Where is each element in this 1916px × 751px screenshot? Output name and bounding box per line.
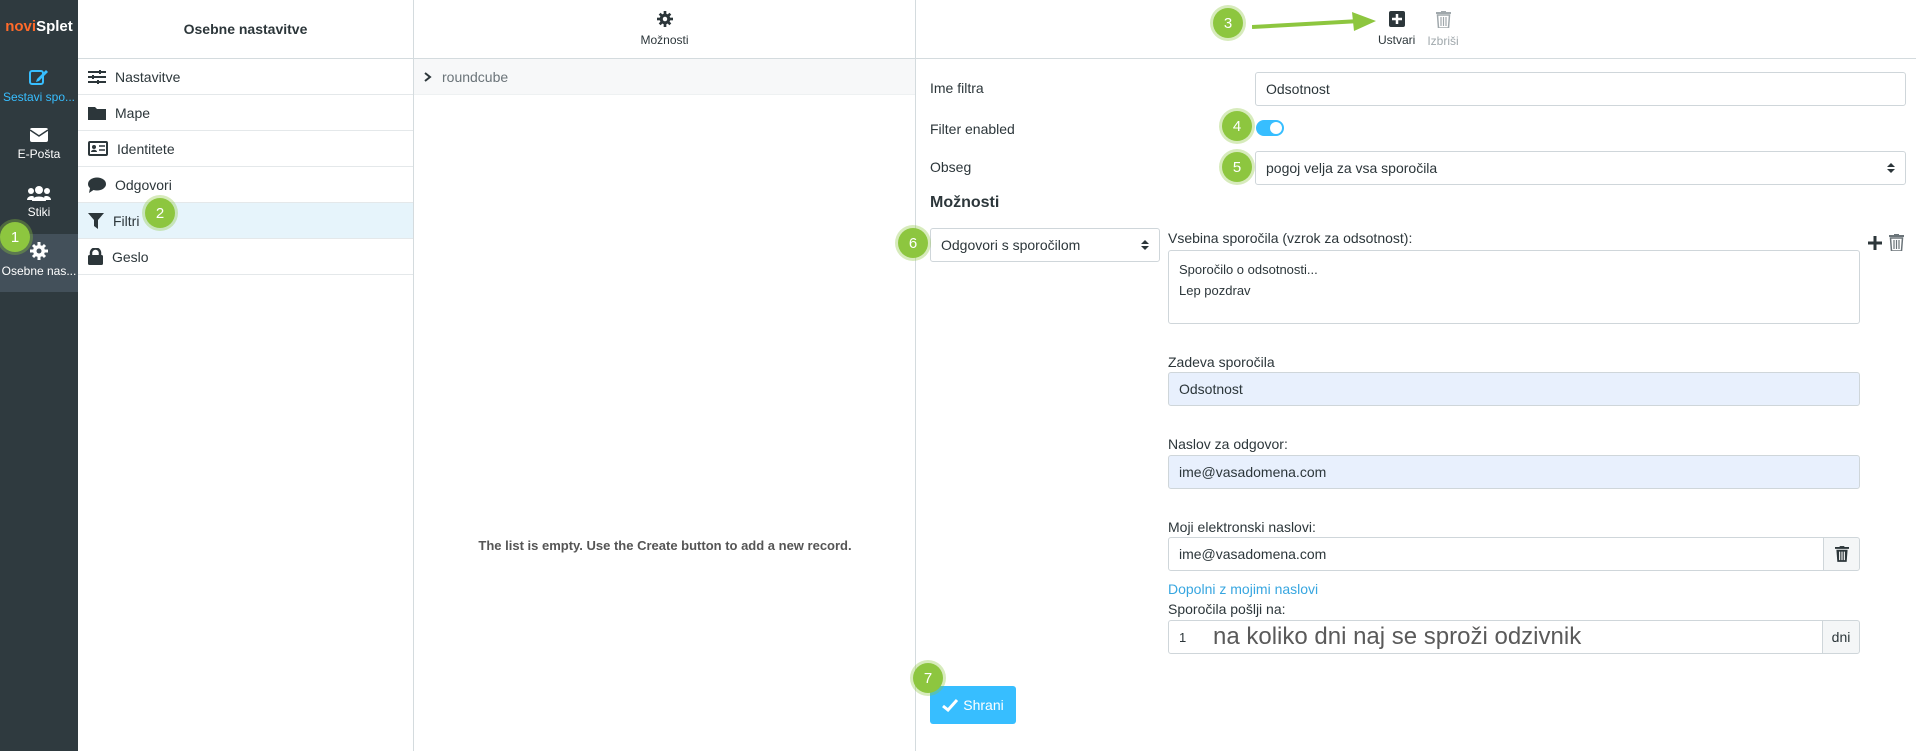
- settings-panel-title: Osebne nastavitve: [78, 0, 413, 59]
- nav-compose[interactable]: Sestavi spo...: [0, 68, 78, 126]
- subject-input[interactable]: Odsotnost: [1168, 372, 1860, 406]
- message-body-label: Vsebina sporočila (vzrok za odsotnost):: [1168, 230, 1413, 246]
- step-badge-6: 6: [898, 228, 928, 258]
- plus-square-icon: [1388, 11, 1405, 27]
- reply-to-input[interactable]: ime@vasadomena.com: [1168, 455, 1860, 489]
- settings-item-folders[interactable]: Mape: [78, 95, 413, 131]
- filter-enabled-label: Filter enabled: [930, 121, 1015, 137]
- select-arrows-icon: [1887, 163, 1895, 173]
- form-toolbar: Ustvari Izbriši: [916, 0, 1916, 59]
- select-arrows-icon: [1141, 240, 1149, 250]
- days-annotation: na koliko dni naj se sproži odzivnik: [1213, 623, 1582, 650]
- settings-item-responses[interactable]: Odgovori: [78, 167, 413, 203]
- scope-label: Obseg: [930, 159, 972, 175]
- settings-panel: Osebne nastavitve Nastavitve Mape Identi…: [78, 0, 414, 751]
- rule-actions: [1867, 234, 1904, 251]
- delete-button[interactable]: Izbriši: [1427, 10, 1459, 48]
- create-button[interactable]: Ustvari: [1378, 11, 1415, 47]
- days-unit-addon: dni: [1822, 620, 1860, 654]
- options-heading: Možnosti: [930, 194, 1000, 211]
- sliders-icon: [88, 69, 106, 84]
- add-icon[interactable]: [1867, 235, 1883, 251]
- step-badge-2: 2: [145, 198, 175, 228]
- logo: noviSplet: [5, 18, 73, 35]
- settings-item-preferences[interactable]: Nastavitve: [78, 59, 413, 95]
- trash-icon: [1435, 10, 1451, 28]
- action-select[interactable]: Odgovori s sporočilom: [930, 228, 1160, 262]
- filter-icon: [88, 212, 104, 229]
- trash-icon: [1834, 546, 1849, 562]
- empty-list-message: The list is empty. Use the Create button…: [478, 538, 852, 553]
- settings-item-identities[interactable]: Identitete: [78, 131, 413, 167]
- step-badge-1: 1: [0, 222, 30, 252]
- main-navigation: noviSplet Sestavi spo... E-Pošta Stiki O…: [0, 0, 78, 751]
- list-toolbar: Možnosti: [414, 0, 915, 59]
- step-badge-5: 5: [1222, 152, 1252, 182]
- message-body-textarea[interactable]: Sporočilo o odsotnosti... Lep pozdrav: [1168, 250, 1860, 324]
- step-badge-3: 3: [1213, 8, 1243, 38]
- save-button[interactable]: Shrani: [930, 686, 1016, 724]
- reply-to-label: Naslov za odgovor:: [1168, 436, 1288, 452]
- fill-my-addresses-link[interactable]: Dopolni z mojimi naslovi: [1168, 581, 1318, 597]
- filter-set-row[interactable]: roundcube: [414, 59, 915, 95]
- compose-icon: [29, 70, 48, 85]
- envelope-icon: [29, 128, 49, 142]
- step-badge-7: 7: [913, 663, 943, 693]
- filter-enabled-toggle[interactable]: [1256, 120, 1284, 136]
- my-addresses-label: Moji elektronski naslovi:: [1168, 519, 1316, 535]
- lock-icon: [88, 248, 103, 265]
- scope-select[interactable]: pogoj velja za vsa sporočila: [1255, 151, 1906, 185]
- remove-address-button[interactable]: [1823, 537, 1860, 571]
- gear-icon: [30, 242, 48, 260]
- check-icon: [942, 698, 959, 712]
- filter-form-panel: Ustvari Izbriši Ime filtra Odsotnost Fil…: [916, 0, 1916, 751]
- subject-label: Zadeva sporočila: [1168, 354, 1275, 370]
- chevron-right-icon: [424, 71, 432, 82]
- filters-list-panel: Možnosti roundcube The list is empty. Us…: [414, 0, 916, 751]
- id-card-icon: [88, 141, 108, 156]
- settings-item-password[interactable]: Geslo: [78, 239, 413, 275]
- settings-item-filters[interactable]: Filtri: [78, 203, 413, 239]
- step-badge-4: 4: [1222, 111, 1252, 141]
- send-days-label: Sporočila pošlji na:: [1168, 601, 1286, 617]
- folder-icon: [88, 106, 106, 120]
- gear-icon: [656, 11, 673, 27]
- comment-icon: [88, 177, 106, 193]
- annotation-arrow: [1252, 12, 1376, 31]
- filter-name-input[interactable]: Odsotnost: [1255, 72, 1906, 106]
- trash-icon[interactable]: [1889, 234, 1904, 251]
- my-addresses-input[interactable]: ime@vasadomena.com: [1168, 537, 1824, 571]
- options-button[interactable]: Možnosti: [640, 11, 689, 47]
- users-icon: [27, 186, 51, 201]
- filter-name-label: Ime filtra: [930, 80, 984, 96]
- nav-mail[interactable]: E-Pošta: [0, 127, 78, 185]
